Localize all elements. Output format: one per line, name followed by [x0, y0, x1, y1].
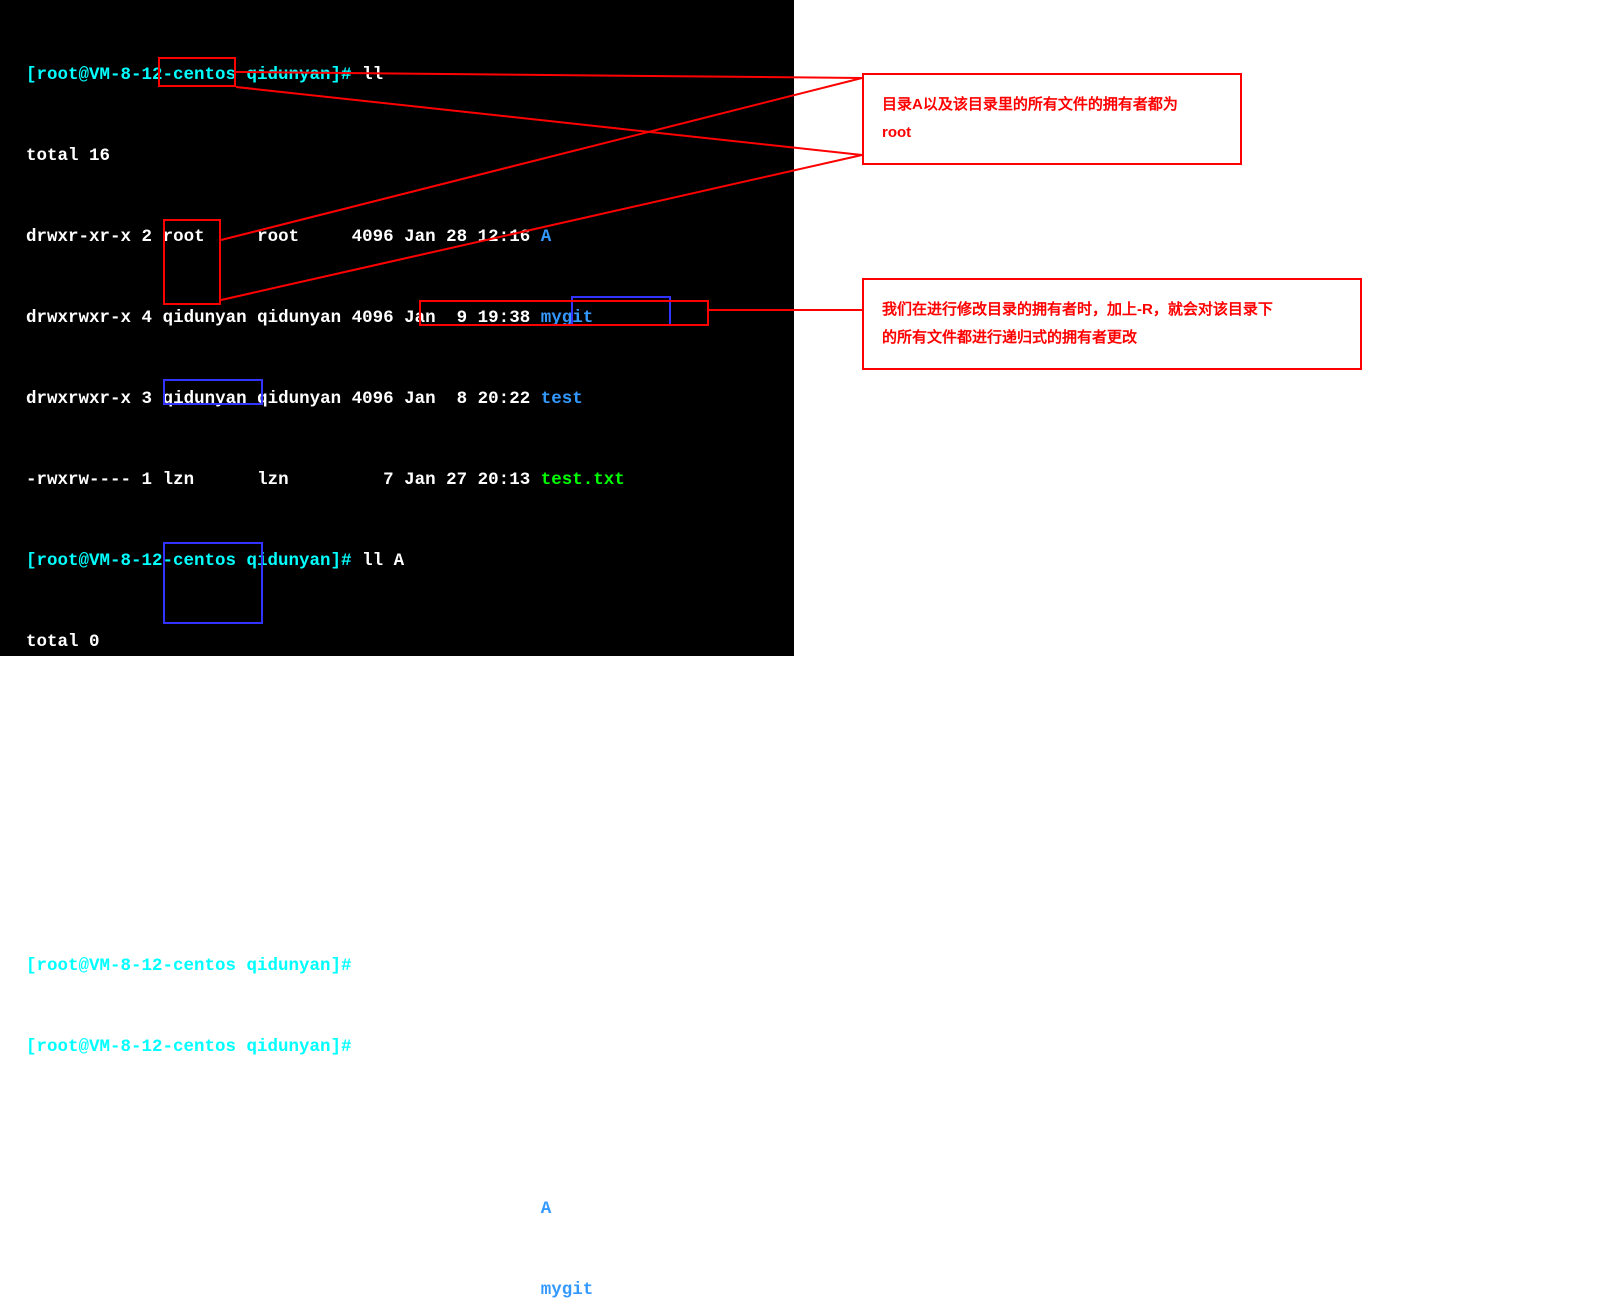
ls-row: -rwxrw---- 1 lzn lzn 7 Jan 27 20:13 test…: [0, 467, 794, 494]
prompt-line: [root@VM-8-12-centos qidunyan]# ll: [0, 1034, 794, 1061]
prompt-line: [root@VM-8-12-centos qidunyan]# ll: [0, 62, 794, 89]
ls-row: drwxr-xr-x 2 qidunyan root 4096 Jan 28 1…: [0, 1196, 794, 1223]
output-total: total 16: [0, 1115, 794, 1142]
prompt-line: [root@VM-8-12-centos qidunyan]# chown -R…: [0, 953, 794, 980]
output-total: total 0: [0, 629, 794, 656]
annotation-box: 目录A以及该目录里的所有文件的拥有者都为 root: [862, 73, 1242, 165]
ls-row: drwxrwxr-x 3 qidunyan qidunyan 4096 Jan …: [0, 386, 794, 413]
ls-row: -rw-r--r-- 1 root root 0 Jan 28 12:16 b.…: [0, 791, 794, 818]
annotation-text: 我们在进行修改目录的拥有者时，加上-R，就会对该目录下: [882, 301, 1273, 318]
prompt-line: [root@VM-8-12-centos qidunyan]# ll A: [0, 548, 794, 575]
annotation-text: root: [882, 124, 911, 141]
ls-row: -rw-r--r-- 1 root root 0 Jan 28 12:16 a.…: [0, 710, 794, 737]
output-total: total 16: [0, 143, 794, 170]
terminal-window[interactable]: [root@VM-8-12-centos qidunyan]# ll total…: [0, 0, 794, 656]
annotation-text: 的所有文件都进行递归式的拥有者更改: [882, 329, 1137, 346]
ls-row: -rw-r--r-- 1 root root 0 Jan 28 12:16 c.…: [0, 872, 794, 899]
annotation-text: 目录A以及该目录里的所有文件的拥有者都为: [882, 96, 1178, 113]
ls-row: drwxr-xr-x 2 root root 4096 Jan 28 12:16…: [0, 224, 794, 251]
ls-row: drwxrwxr-x 4 qidunyan qidunyan 4096 Jan …: [0, 1277, 794, 1304]
ls-row: drwxrwxr-x 4 qidunyan qidunyan 4096 Jan …: [0, 305, 794, 332]
annotation-box: 我们在进行修改目录的拥有者时，加上-R，就会对该目录下 的所有文件都进行递归式的…: [862, 278, 1362, 370]
